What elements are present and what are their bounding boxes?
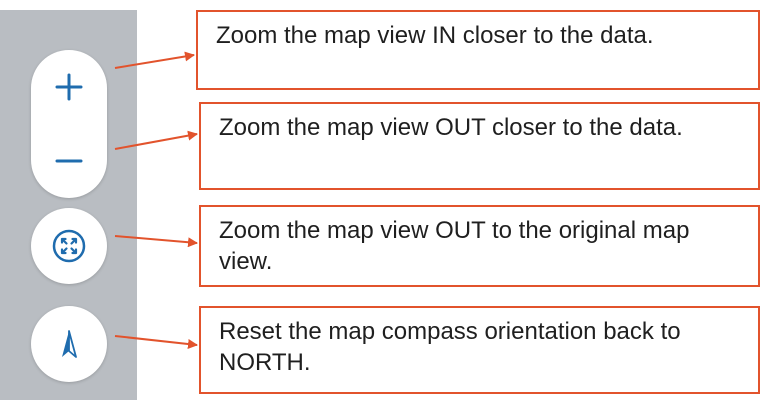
default-extent-description: Zoom the map view OUT to the original ma… <box>199 205 760 287</box>
zoom-out-description: Zoom the map view OUT closer to the data… <box>199 102 760 190</box>
zoom-in-button[interactable] <box>31 50 107 124</box>
zoom-control-group <box>31 50 107 198</box>
map-control-sidebar <box>0 10 137 400</box>
compass-description: Reset the map compass orientation back t… <box>199 306 760 394</box>
zoom-in-description: Zoom the map view IN closer to the data. <box>196 10 760 90</box>
expand-arrows-icon <box>52 229 86 263</box>
plus-icon <box>55 73 83 101</box>
default-extent-button[interactable] <box>31 208 107 284</box>
minus-icon <box>55 159 83 163</box>
compass-button[interactable] <box>31 306 107 382</box>
compass-north-icon <box>62 330 77 358</box>
zoom-out-button[interactable] <box>31 124 107 198</box>
